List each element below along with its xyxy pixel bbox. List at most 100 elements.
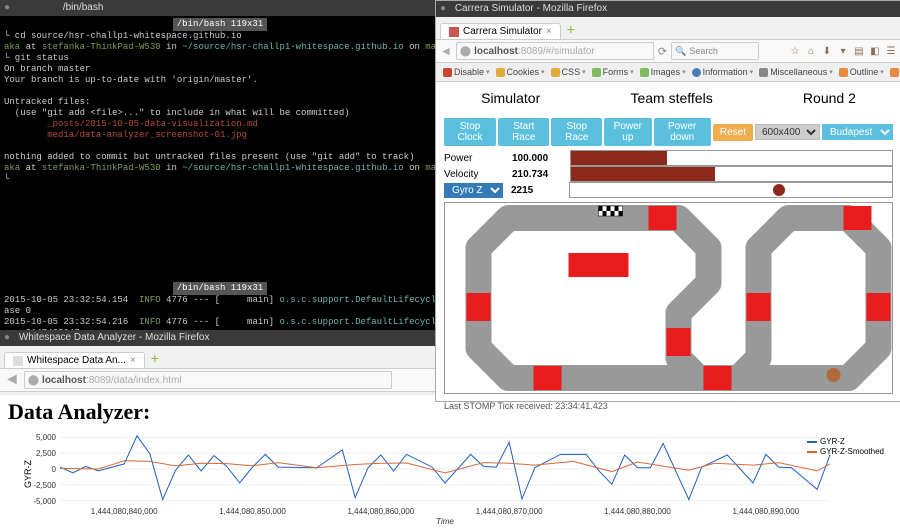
start-race-button[interactable]: Start Race (498, 118, 549, 146)
devbar-outline[interactable]: Outline▾ (836, 67, 887, 77)
globe-icon: ⬤ (28, 375, 39, 386)
devbar-cookies[interactable]: Cookies▾ (493, 67, 548, 77)
terminal-size-label: /bin/bash 119x31 (173, 282, 267, 295)
svg-text:-5,000: -5,000 (33, 497, 56, 506)
status-line: Last STOMP Tick received: 23:34:41.423 (436, 398, 900, 414)
terminal-title-bar[interactable]: ● /bin/bash (0, 0, 440, 16)
svg-text:1,444,080,840,000: 1,444,080,840,000 (91, 507, 158, 516)
devbar-label: Images (651, 67, 681, 77)
power-down-button[interactable]: Power down (654, 118, 711, 146)
close-icon[interactable]: × (130, 355, 136, 366)
tab-bar[interactable]: Carrera Simulator × + (436, 17, 900, 40)
devbar-icon (692, 68, 701, 77)
tab-bar[interactable]: Whitespace Data An... × + (0, 346, 440, 369)
devbar-label: Outline (850, 67, 879, 77)
devbar-label: Information (703, 67, 748, 77)
chart-y-axis-label: GYR-Z (23, 460, 33, 488)
size-select[interactable]: 600x400 (755, 124, 820, 140)
url-path: :8089/data/index.html (86, 375, 182, 386)
tab-favicon (449, 27, 459, 37)
new-tab-button[interactable]: + (151, 350, 159, 366)
new-tab-button[interactable]: + (567, 21, 575, 37)
track-canvas[interactable] (444, 202, 893, 394)
tab-favicon (13, 356, 23, 366)
back-icon[interactable]: ◄ (440, 44, 452, 58)
legend-item: GYR-Z (820, 437, 845, 447)
close-icon[interactable]: × (546, 26, 552, 37)
terminal-body[interactable]: └ cd source/hsr-challp1-whitespace.githu… (0, 31, 440, 185)
simulator-readouts: Power 100.000 Velocity 210.734 Gyro Z 22… (436, 150, 900, 198)
window-title-bar[interactable]: ● Carrera Simulator - Mozilla Firefox (436, 1, 900, 17)
gyro-slider[interactable] (569, 182, 893, 198)
gyro-value: 2215 (511, 185, 561, 196)
devbar-resize[interactable]: Resize▾ (887, 67, 900, 77)
gyro-chart[interactable]: GYR-Z -5,000-2,50002,5005,0001,444,080,8… (10, 429, 890, 524)
terminal-bottom[interactable]: /bin/bash 119x31 2015-10-05 23:32:54.154… (0, 280, 440, 332)
chevron-down-icon: ▾ (829, 68, 833, 76)
bookmark-icon[interactable]: ☆ (789, 45, 801, 57)
chevron-down-icon: ▾ (630, 68, 634, 76)
svg-text:1,444,080,880,000: 1,444,080,880,000 (604, 507, 671, 516)
status-prefix: Last STOMP Tick received: (444, 401, 555, 411)
analyzer-page: Data Analyzer: GYR-Z -5,000-2,50002,5005… (0, 395, 900, 531)
reset-button[interactable]: Reset (713, 124, 753, 141)
browser-tab[interactable]: Carrera Simulator × (440, 23, 561, 39)
tab-title: Whitespace Data An... (27, 355, 126, 366)
terminal-top[interactable]: ● /bin/bash /bin/bash 119x31 └ cd source… (0, 0, 440, 280)
window-title: Whitespace Data Analyzer - Mozilla Firef… (19, 332, 210, 343)
devbar-icon (443, 68, 452, 77)
pocket-icon[interactable]: ▾ (837, 45, 849, 57)
velocity-row: Velocity 210.734 (444, 166, 893, 182)
gyro-axis-select[interactable]: Gyro Z (444, 183, 503, 198)
devbar-label: Cookies (507, 67, 540, 77)
search-placeholder: Search (689, 46, 718, 56)
gyro-row: Gyro Z 2215 (444, 182, 893, 198)
window-dot: ● (440, 3, 446, 14)
devbar-css[interactable]: CSS▾ (548, 67, 589, 77)
download-icon[interactable]: ⬇ (821, 45, 833, 57)
stop-clock-button[interactable]: Stop Clock (444, 118, 496, 146)
power-up-button[interactable]: Power up (604, 118, 651, 146)
search-input[interactable]: 🔍 Search (671, 42, 759, 60)
devbar-miscellaneous[interactable]: Miscellaneous▾ (756, 67, 836, 77)
svg-text:1,444,080,870,000: 1,444,080,870,000 (476, 507, 543, 516)
terminal-title: /bin/bash (63, 2, 104, 13)
terminal-size-label: /bin/bash 119x31 (173, 18, 267, 31)
devbar-disable[interactable]: Disable▾ (440, 67, 493, 77)
legend-item: GYR-Z-Smoothed (820, 447, 884, 457)
window-title-bar[interactable]: ● Whitespace Data Analyzer - Mozilla Fir… (0, 330, 440, 346)
devbar-information[interactable]: Information▾ (689, 67, 757, 77)
url-path: :8089/#/simulator (518, 46, 595, 57)
menu-icon[interactable]: ☰ (885, 45, 897, 57)
devbar-images[interactable]: Images▾ (637, 67, 689, 77)
developer-toolbar[interactable]: Disable▾Cookies▾CSS▾Forms▾Images▾Informa… (436, 63, 900, 82)
stop-race-button[interactable]: Stop Race (551, 118, 602, 146)
back-icon[interactable]: ◄ (4, 371, 20, 389)
sim-heading-round: Round 2 (803, 90, 856, 106)
svg-text:1,444,080,890,000: 1,444,080,890,000 (732, 507, 799, 516)
devbar-icon (890, 68, 899, 77)
devbar-forms[interactable]: Forms▾ (589, 67, 637, 77)
addon-icon[interactable]: ◧ (869, 45, 881, 57)
devbar-label: Miscellaneous (770, 67, 827, 77)
svg-text:1,444,080,860,000: 1,444,080,860,000 (347, 507, 414, 516)
window-dot: ● (4, 2, 10, 13)
devbar-icon (496, 68, 505, 77)
svg-text:5,000: 5,000 (36, 433, 57, 442)
url-input[interactable]: ⬤ localhost:8089/#/simulator (456, 42, 654, 60)
globe-icon: ⬤ (460, 46, 471, 57)
chevron-down-icon: ▾ (682, 68, 686, 76)
browser-tab[interactable]: Whitespace Data An... × (4, 352, 145, 368)
window-dot: ● (4, 332, 10, 343)
bookmark-list-icon[interactable]: ▤ (853, 45, 865, 57)
url-host: localhost (474, 46, 518, 57)
sim-heading-team: Team steffels (630, 90, 712, 106)
home-icon[interactable]: ⌂ (805, 45, 817, 57)
track-select[interactable]: Budapest (822, 124, 893, 140)
power-row: Power 100.000 (444, 150, 893, 166)
reload-icon[interactable]: ⟳ (658, 45, 667, 58)
url-input[interactable]: ⬤ localhost:8089/data/index.html (24, 371, 392, 389)
power-label: Power (444, 153, 504, 164)
svg-text:-2,500: -2,500 (33, 481, 56, 490)
simulator-header: Simulator Team steffels Round 2 (436, 82, 900, 114)
